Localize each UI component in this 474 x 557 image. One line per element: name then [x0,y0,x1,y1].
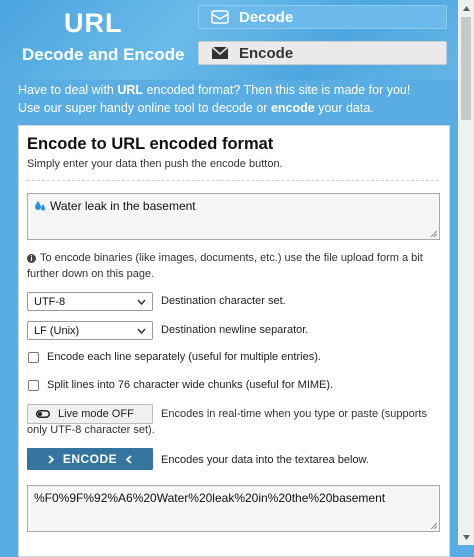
encode-description: Encodes your data into the textarea belo… [161,454,369,466]
scroll-up-button[interactable] [458,0,474,16]
encode-panel: Encode to URL encoded format Simply ente… [18,125,450,557]
panel-title: Encode to URL encoded format [27,135,274,153]
scroll-up-arrow-icon [462,5,470,11]
logo-subtitle[interactable]: Decode and Encode [22,45,184,65]
chevron-right-icon [48,454,55,464]
split-lines-label: Split lines into 76 character wide chunk… [47,379,334,391]
scroll-down-button[interactable] [458,529,474,545]
newline-label: Destination newline separator. [161,324,309,336]
info-icon: i [27,254,36,263]
newline-select[interactable]: LF (Unix) [27,321,153,340]
each-line-label: Encode each line separately (useful for … [47,351,321,363]
encode-button[interactable]: ENCODE [27,448,153,470]
output-textarea[interactable]: %F0%9F%92%A6%20Water%20leak%20in%20the%2… [27,485,440,532]
nav-decode-tab[interactable]: Decode [198,5,447,29]
input-textarea[interactable]: Water leak in the basement [27,193,440,240]
nav-encode-label: Encode [239,44,294,62]
nav-encode-tab[interactable]: Encode [198,41,447,65]
globe-icon [211,10,229,24]
page-scrollbar[interactable] [458,0,474,545]
nav-decode-label: Decode [239,8,294,26]
toggle-off-icon [36,410,50,418]
live-mode-toggle[interactable]: Live mode OFF [27,404,153,424]
resize-grip-icon[interactable] [430,230,437,237]
scroll-down-arrow-icon [462,534,470,540]
intro-text: Have to deal with URL encoded format? Th… [18,83,411,115]
logo-title[interactable]: URL [64,8,123,39]
resize-grip-icon[interactable] [430,522,437,529]
envelope-icon [211,46,229,59]
divider [27,180,439,181]
output-value: %F0%9F%92%A6%20Water%20leak%20in%20the%2… [34,491,386,505]
binary-note: i To encode binaries (like images, docume… [27,252,423,280]
chevron-left-icon [125,454,132,464]
live-mode-label: Live mode OFF [58,408,134,420]
each-line-checkbox[interactable] [28,352,39,363]
split-lines-checkbox[interactable] [28,380,39,391]
encode-button-label: ENCODE [62,452,118,466]
droplet-emoji-icon [35,201,45,211]
input-value: Water leak in the basement [50,199,196,213]
charset-select[interactable]: UTF-8 [27,292,153,311]
chevron-down-icon [137,328,146,334]
chevron-down-icon [137,299,146,305]
scroll-thumb[interactable] [461,17,471,120]
charset-label: Destination character set. [161,295,286,307]
panel-subtitle: Simply enter your data then push the enc… [27,158,283,170]
